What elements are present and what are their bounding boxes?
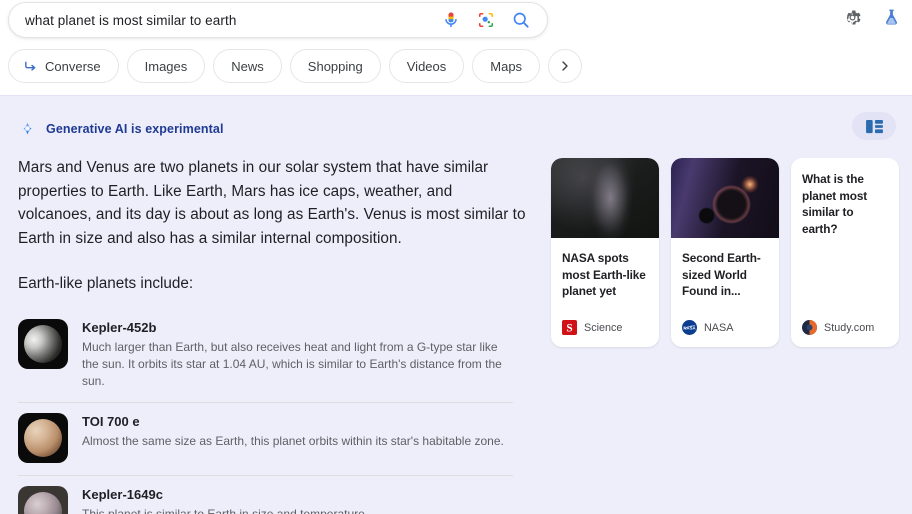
planet-info: Kepler-1649c This planet is similar to E… [82, 486, 368, 514]
search-input[interactable]: what planet is most similar to earth [25, 13, 441, 28]
layout-view-icon [865, 119, 884, 134]
generative-ai-label: Generative AI is experimental [46, 121, 224, 136]
layout-toggle-button[interactable] [852, 112, 896, 140]
source-cards: NASA spots most Earth-like planet yet S … [551, 158, 899, 347]
source-card-science[interactable]: NASA spots most Earth-like planet yet S … [551, 158, 659, 347]
toi-700-e-thumbnail [18, 413, 68, 463]
chip-label: News [231, 58, 264, 74]
search-icon[interactable] [511, 10, 531, 30]
science-logo: S [562, 320, 577, 335]
chip-news[interactable]: News [213, 49, 282, 83]
chip-shopping[interactable]: Shopping [289, 49, 381, 83]
source-card-study-com[interactable]: What is the planet most similar to earth… [791, 158, 899, 347]
search-action-icons [441, 10, 531, 30]
card-source: Study.com [802, 320, 874, 335]
planet-name: Kepler-1649c [82, 487, 163, 502]
chip-videos[interactable]: Videos [388, 49, 465, 83]
card-source-name: Science [584, 321, 623, 334]
search-box[interactable]: what planet is most similar to earth [8, 2, 548, 38]
top-bar: what planet is most similar to earth [0, 0, 912, 45]
source-card-nasa[interactable]: Second Earth-sized World Found in... NAS… [671, 158, 779, 347]
planet-description: Much larger than Earth, but also receive… [82, 340, 502, 388]
chip-label: Converse [45, 58, 101, 74]
card-title: NASA spots most Earth-like planet yet [562, 251, 646, 298]
google-lens-icon[interactable] [476, 10, 496, 30]
chip-maps[interactable]: Maps [472, 49, 541, 83]
study-com-logo [802, 320, 817, 335]
planet-info: Kepler-452b Much larger than Earth, but … [82, 319, 513, 390]
chip-images[interactable]: Images [126, 49, 206, 83]
chip-converse[interactable]: Converse [8, 49, 119, 83]
sparkle-diamond-icon [18, 119, 37, 138]
chip-label: Shopping [307, 58, 363, 74]
planet-description: This planet is similar to Earth in size … [82, 507, 369, 514]
planet-name: Kepler-452b [82, 320, 157, 335]
ai-answer-paragraph: Mars and Venus are two planets in our so… [18, 159, 526, 247]
kepler-452b-thumbnail [18, 319, 68, 369]
chip-label: Maps [490, 58, 523, 74]
card-title: What is the planet most similar to earth… [802, 172, 868, 236]
earth-like-planets-list: Kepler-452b Much larger than Earth, but … [18, 309, 513, 514]
exoplanet-and-star-illustration [671, 158, 779, 238]
lab-flask-icon[interactable] [881, 7, 902, 28]
milky-way-galaxy-photo [551, 158, 659, 238]
ai-answer-column: Mars and Venus are two planets in our so… [18, 156, 528, 514]
generative-ai-panel: Generative AI is experimental Mars and V… [0, 95, 912, 514]
microphone-icon[interactable] [441, 10, 461, 30]
generative-ai-header: Generative AI is experimental [18, 119, 224, 138]
list-item[interactable]: TOI 700 e Almost the same size as Earth,… [18, 402, 513, 475]
list-item[interactable]: Kepler-1649c This planet is similar to E… [18, 475, 513, 514]
card-source-name: Study.com [824, 321, 875, 334]
ai-answer-subheading: Earth-like planets include: [18, 275, 194, 292]
chevron-right-icon [559, 60, 571, 72]
list-item[interactable]: Kepler-452b Much larger than Earth, but … [18, 309, 513, 402]
nasa-logo: NASA [682, 320, 697, 335]
planet-description: Almost the same size as Earth, this plan… [82, 434, 504, 448]
card-source: S Science [562, 320, 622, 335]
card-source-name: NASA [704, 321, 734, 334]
chip-more-filters[interactable] [548, 49, 583, 83]
planet-info: TOI 700 e Almost the same size as Earth,… [82, 413, 504, 450]
card-source: NASA NASA [682, 320, 733, 335]
gear-icon[interactable] [842, 7, 863, 28]
svg-text:NASA: NASA [683, 325, 695, 330]
card-title: Second Earth-sized World Found in... [682, 251, 761, 298]
converse-arrow-icon [23, 59, 38, 74]
filter-chips: Converse Images News Shopping Videos Map… [0, 49, 583, 83]
top-right-actions [842, 7, 902, 28]
svg-text:S: S [566, 322, 572, 334]
kepler-1649c-thumbnail [18, 486, 68, 514]
chip-label: Images [144, 58, 188, 74]
planet-name: TOI 700 e [82, 414, 140, 429]
chip-label: Videos [406, 58, 447, 74]
